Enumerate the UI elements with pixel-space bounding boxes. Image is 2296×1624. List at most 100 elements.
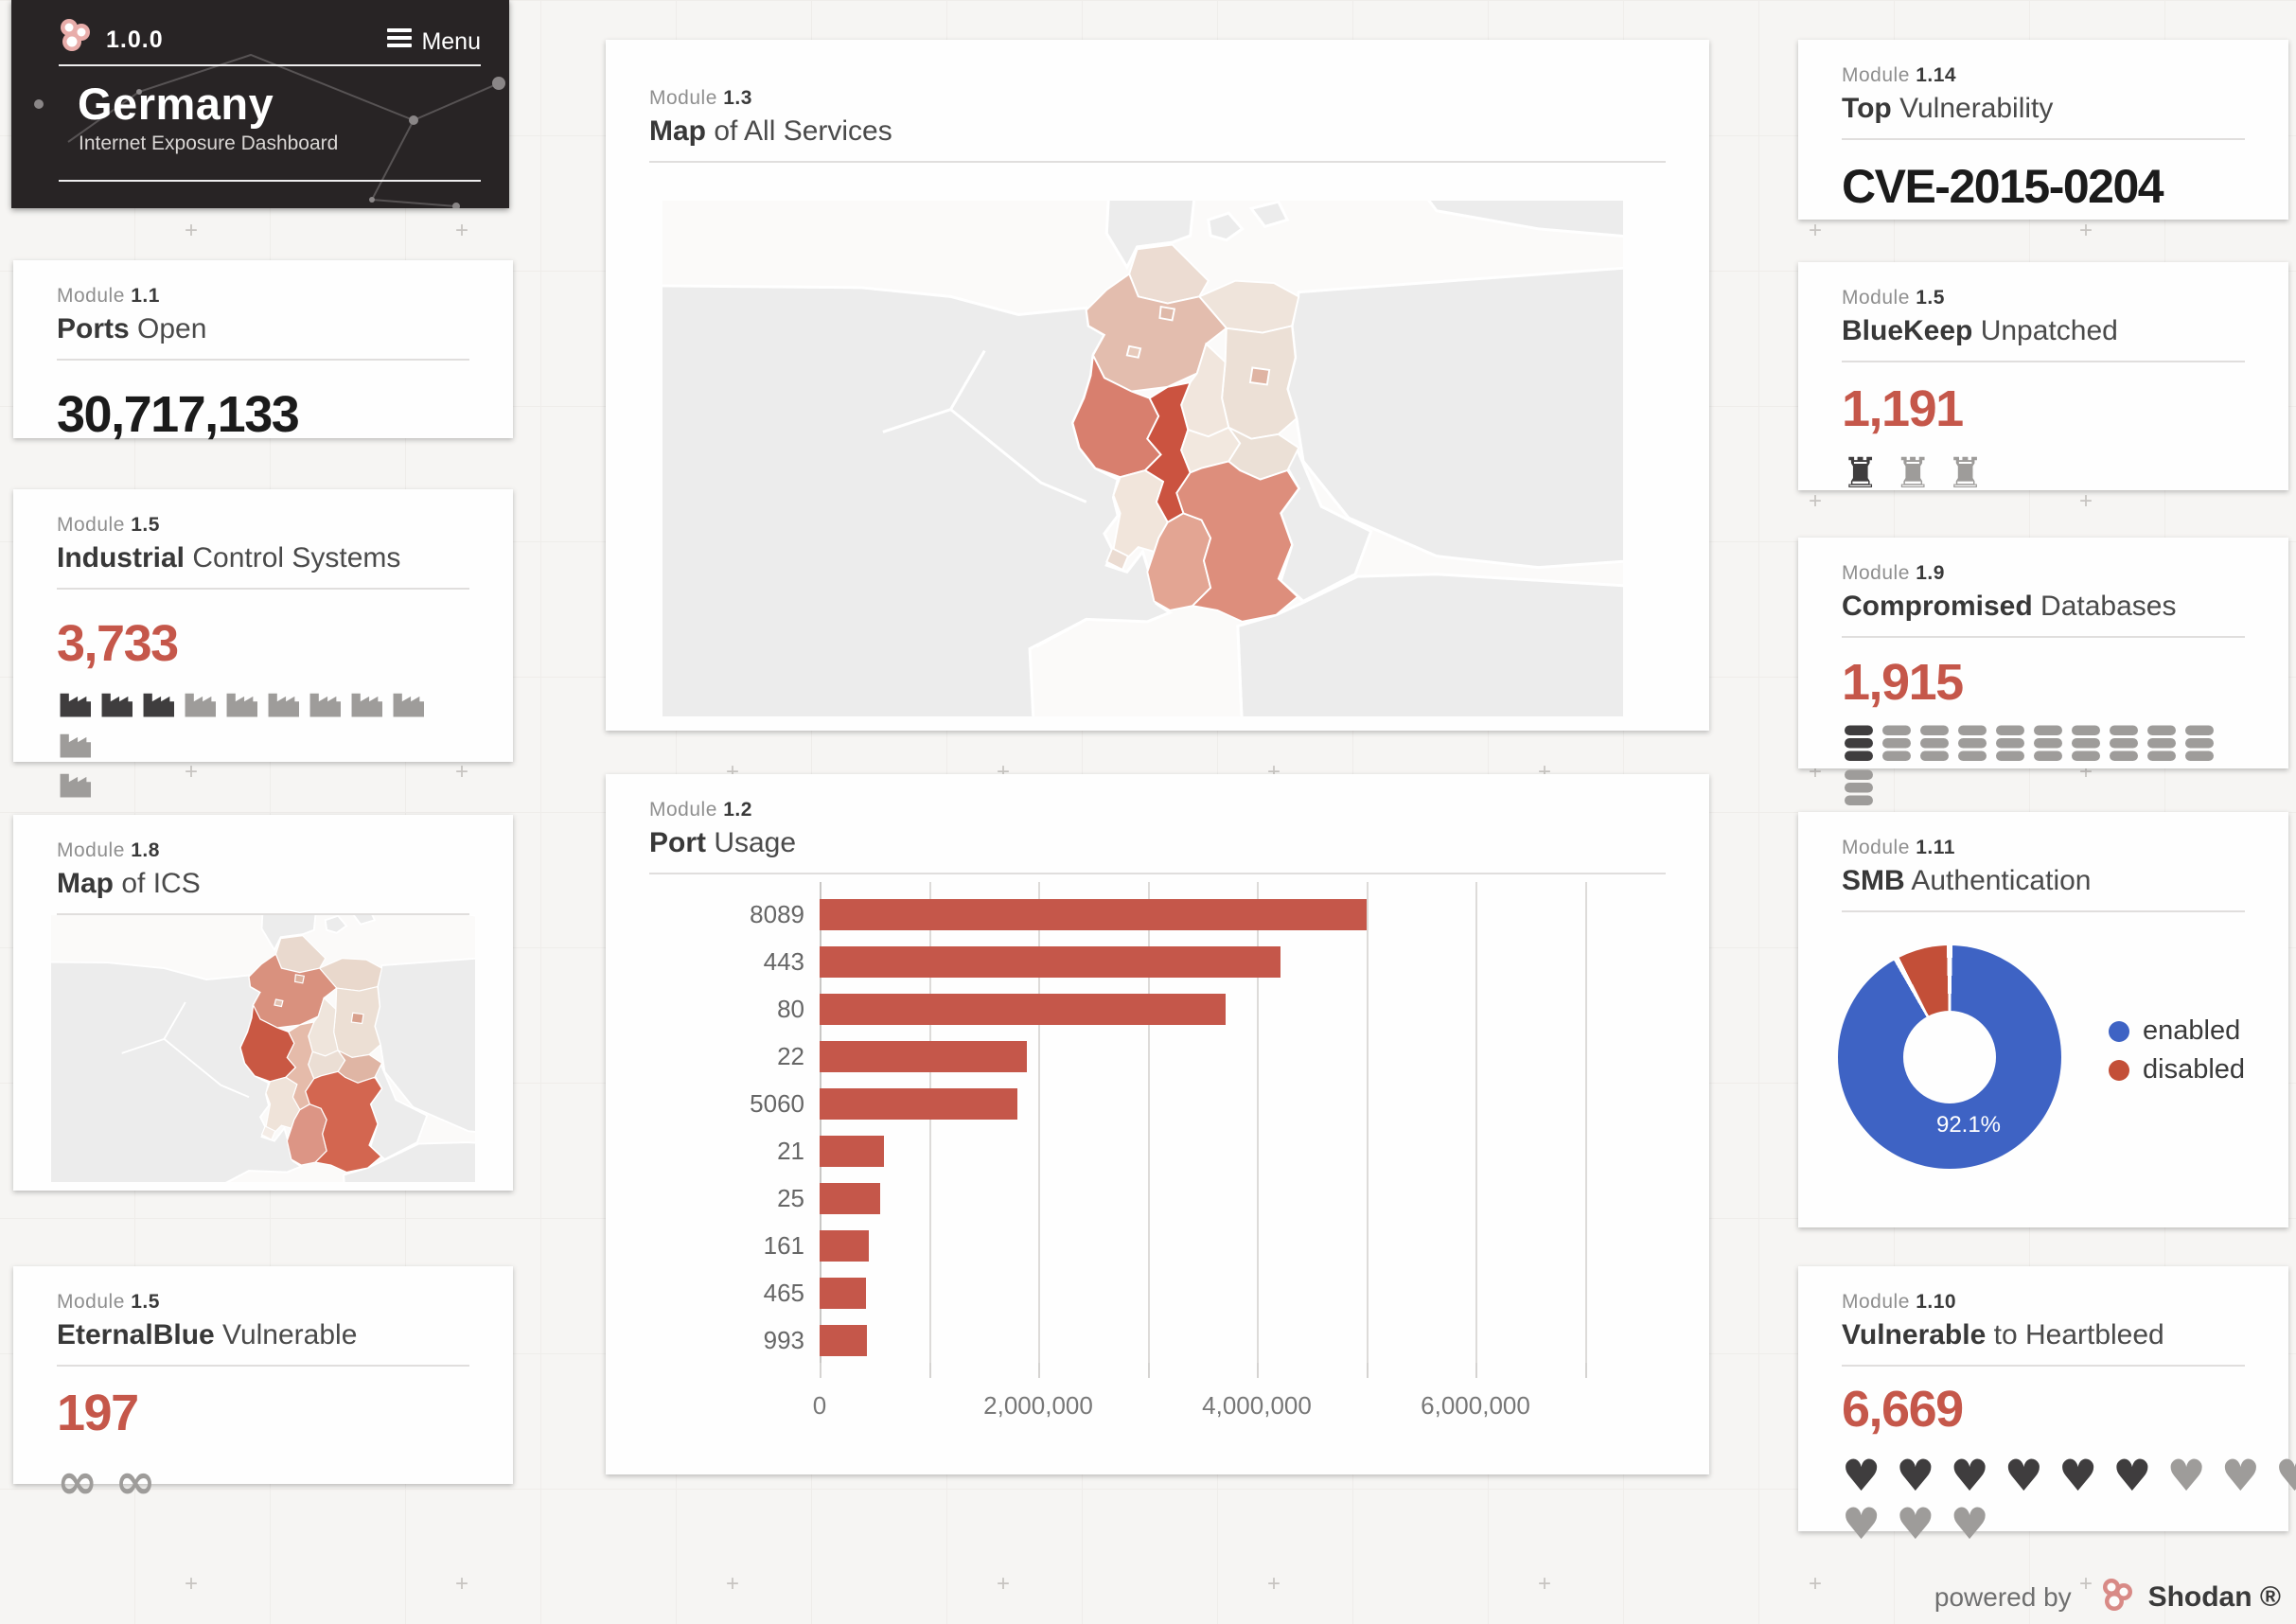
port-usage-chart: 0 2,000,000 4,000,000 6,000,000: [813, 882, 1694, 1420]
menu-button[interactable]: Menu: [387, 25, 481, 56]
heart-icon-row: ♥♥♥♥♥♥♥♥♥♥♥♥♥: [1842, 1450, 2296, 1549]
database-icon-row: [1842, 725, 2245, 813]
bar-port-443: [820, 946, 1281, 978]
grid-plus-decor: +: [725, 1571, 740, 1597]
card-divider: [649, 161, 1666, 163]
card-compromised-databases: Module 1.9 Compromised Databases 1,915: [1798, 538, 2288, 805]
smb-enabled-percentage: 92.1%: [1935, 1112, 2002, 1138]
card-title: SMB Authentication: [1842, 865, 2092, 896]
grid-plus-decor: +: [454, 1571, 469, 1597]
module-label: Module 1.10: [1842, 1291, 1957, 1313]
card-divider: [1842, 910, 2245, 912]
card-ports-open: Module 1.1 Ports Open 30,717,133: [13, 260, 513, 443]
card-port-usage: Module 1.2 Port Usage 8089 443 80 22 5060 21 2…: [606, 774, 1709, 1474]
port-usage-category-labels: 8089 443 80 22 5060 21 25 161 465 993: [750, 900, 804, 1354]
grid-plus-decor: +: [2078, 218, 2093, 243]
card-divider: [649, 873, 1666, 874]
bar-port-161: [820, 1230, 869, 1262]
app-version: 1.0.0: [106, 26, 164, 53]
card-title: Top Vulnerability: [1842, 93, 2054, 124]
ports-open-value: 30,717,133: [57, 386, 300, 443]
bar-port-21: [820, 1136, 885, 1167]
module-label: Module 1.9: [1842, 562, 1945, 584]
top-vulnerability-value: CVE-2015-0204: [1842, 160, 2164, 213]
grid-plus-decor: +: [1266, 1571, 1281, 1597]
ics-value: 3,733: [57, 615, 179, 672]
infinity-icon-row: ∞ ∞: [57, 1454, 156, 1510]
legend-label-disabled: disabled: [2143, 1054, 2246, 1085]
legend-dot-enabled: [2109, 1021, 2129, 1042]
powered-by-text: powered by: [1934, 1582, 2072, 1612]
card-divider: [1842, 636, 2245, 638]
state-HH: [1158, 305, 1176, 322]
bluekeep-value: 1,191: [1842, 380, 1964, 437]
module-label: Module 1.5: [57, 1291, 160, 1313]
factory-icon-row: [57, 686, 469, 807]
card-divider: [1842, 361, 2245, 362]
country-title: Germany: [78, 79, 274, 129]
card-industrial-control-systems: Module 1.5 Industrial Control Systems 3,…: [13, 489, 513, 798]
module-label: Module 1.8: [57, 839, 160, 861]
card-title: Port Usage: [649, 827, 797, 858]
card-divider: [57, 588, 469, 590]
menu-label: Menu: [421, 28, 481, 55]
module-label: Module 1.5: [1842, 287, 1945, 309]
state-HH: [293, 974, 306, 984]
card-map-of-ics: Module 1.8 Map of ICS: [13, 815, 513, 1191]
module-label: Module 1.5: [57, 514, 160, 536]
shodan-logo-icon: [2103, 1579, 2133, 1611]
donut-hole: [1903, 1011, 1996, 1103]
card-top-vulnerability: Module 1.14 Top Vulnerability CVE-2015-0…: [1798, 40, 2288, 220]
card-eternalblue: Module 1.5 EternalBlue Vulnerable 197 ∞ ∞: [13, 1266, 513, 1509]
bar-port-80: [820, 994, 1226, 1025]
card-title: Map of All Services: [649, 115, 892, 147]
card-bluekeep: Module 1.5 BlueKeep Unpatched 1,191 ♜ ♜ ♜: [1798, 262, 2288, 497]
grid-plus-decor: +: [1808, 218, 1823, 243]
eternalblue-value: 197: [57, 1385, 139, 1441]
grid-plus-decor: +: [1537, 1571, 1552, 1597]
bar-port-465: [820, 1278, 866, 1309]
bar-port-8089: [820, 899, 1367, 930]
hamburger-icon: [387, 25, 413, 51]
dashboard-canvas: 1.0.0 Menu Germany Internet Exposure Das…: [0, 0, 2296, 1624]
legend-disabled: disabled: [2109, 1054, 2246, 1085]
card-map-of-all-services: Module 1.3 Map of All Services: [606, 40, 1709, 731]
grid-plus-decor: +: [1808, 1571, 1823, 1597]
card-title: Vulnerable to Heartbleed: [1842, 1319, 2164, 1350]
footer: powered by Shodan ®: [1934, 1576, 2281, 1614]
card-title: EternalBlue Vulnerable: [57, 1319, 358, 1350]
grid-plus-decor: +: [996, 1571, 1011, 1597]
grid-plus-decor: +: [1808, 488, 1823, 514]
shodan-logo-icon: [61, 19, 90, 51]
header-divider-bottom: [59, 180, 481, 182]
card-divider: [1842, 138, 2245, 140]
bar-port-22: [820, 1041, 1028, 1072]
card-title: BlueKeep Unpatched: [1842, 315, 2118, 346]
card-title: Ports Open: [57, 313, 207, 344]
ics-map: [51, 915, 475, 1182]
bar-port-993: [820, 1325, 867, 1356]
module-label: Module 1.3: [649, 87, 752, 109]
card-divider: [57, 1365, 469, 1367]
bar-port-25: [820, 1183, 880, 1214]
card-smb-authentication: Module 1.11 SMB Authentication 92.1% ena…: [1798, 812, 2288, 1227]
state-HB: [1125, 344, 1142, 359]
module-label: Module 1.2: [649, 799, 752, 821]
state-BE: [350, 1012, 364, 1025]
module-label: Module 1.11: [1842, 837, 1955, 858]
module-label: Module 1.14: [1842, 64, 1957, 86]
module-label: Module 1.1: [57, 285, 160, 307]
shodan-brand-text[interactable]: Shodan ®: [2148, 1581, 2281, 1613]
card-heartbleed: Module 1.10 Vulnerable to Heartbleed 6,6…: [1798, 1266, 2296, 1547]
card-title: Compromised Databases: [1842, 591, 2177, 622]
databases-value: 1,915: [1842, 654, 1964, 711]
legend-label-enabled: enabled: [2143, 1015, 2241, 1046]
bar-port-5060: [820, 1088, 1018, 1120]
card-title: Map of ICS: [57, 868, 201, 899]
state-HB: [274, 998, 284, 1008]
card-divider: [1842, 1365, 2245, 1367]
card-divider: [57, 359, 469, 361]
state-BE: [1248, 366, 1271, 386]
heartbleed-value: 6,669: [1842, 1381, 1964, 1438]
grid-plus-decor: +: [454, 218, 469, 243]
